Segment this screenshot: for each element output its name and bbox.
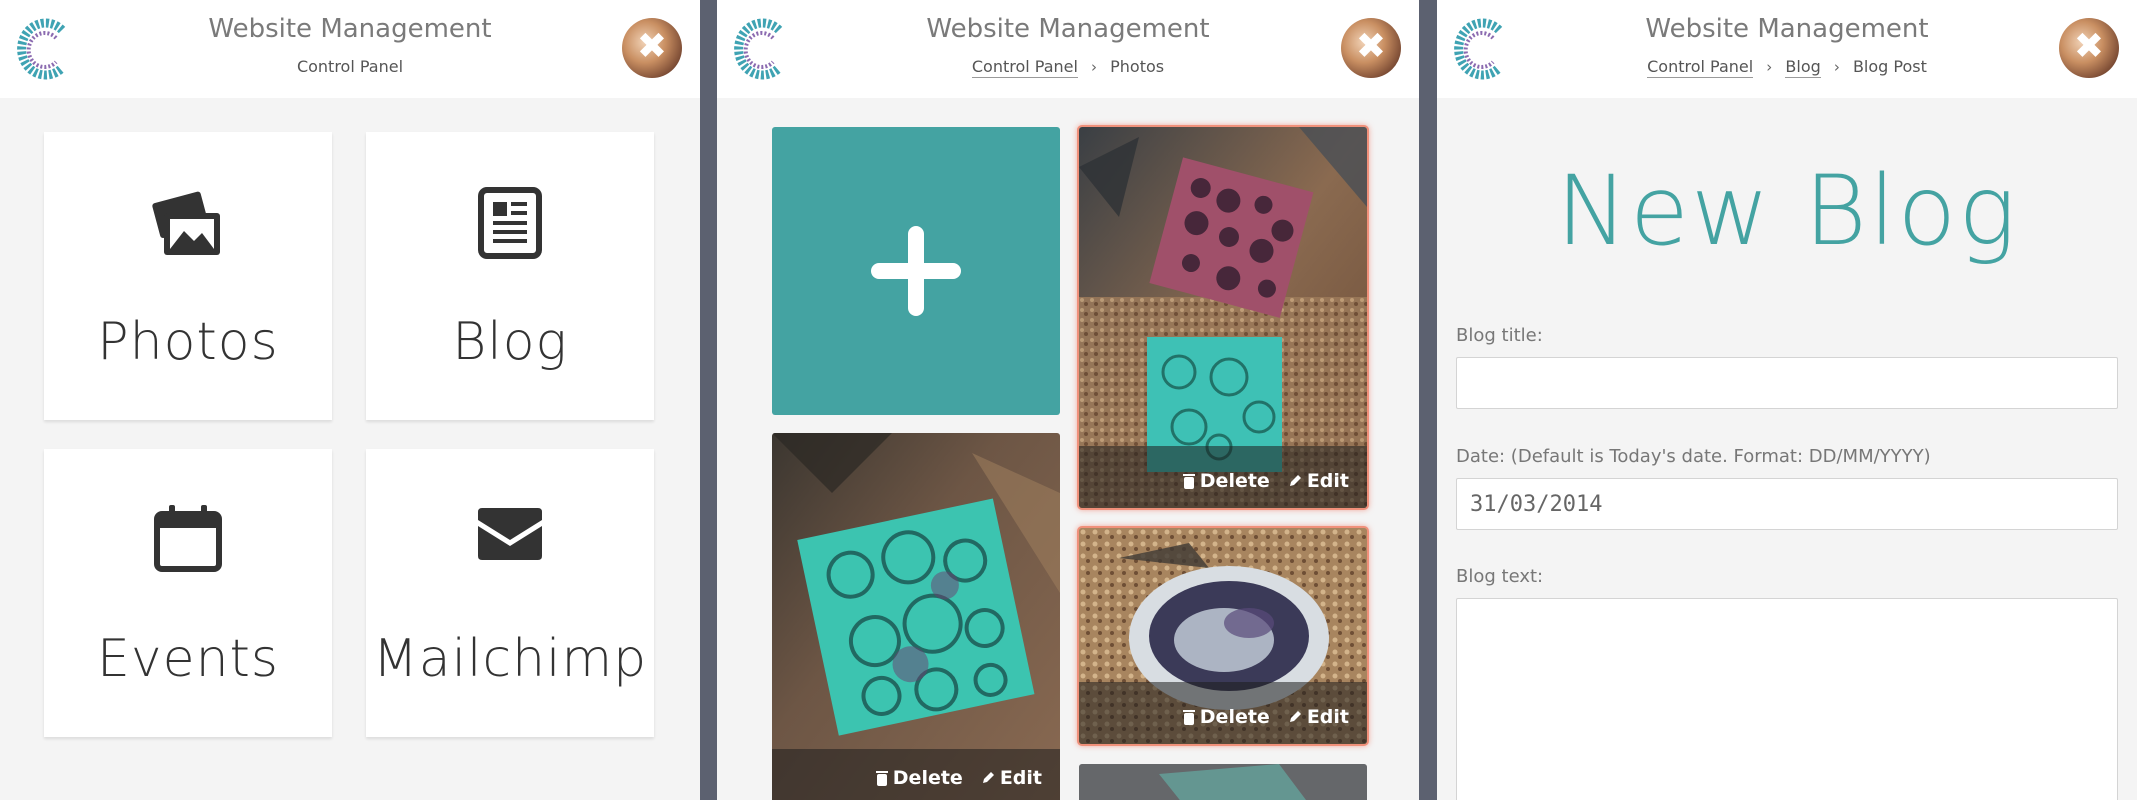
app-title: Website Management xyxy=(208,14,492,44)
page-title: New Blog xyxy=(1556,155,2018,267)
breadcrumb-blog[interactable]: Blog xyxy=(1785,57,1821,78)
blog-text-input[interactable] xyxy=(1456,598,2118,800)
pencil-icon xyxy=(1289,475,1301,486)
breadcrumb-current: Photos xyxy=(1110,57,1165,76)
app-title: Website Management xyxy=(926,14,1210,44)
photo-card[interactable]: Delete Edit xyxy=(1079,528,1367,744)
photos-tile[interactable]: Photos xyxy=(44,132,332,420)
envelope-icon xyxy=(366,504,654,580)
delete-label: Delete xyxy=(892,767,963,789)
blog-tile-label: Blog xyxy=(452,312,568,372)
avatar[interactable]: ✖ xyxy=(2059,18,2119,78)
close-icon[interactable]: ✖ xyxy=(622,27,682,67)
photos-icon xyxy=(44,187,332,263)
blog-text-label: Blog text: xyxy=(1456,566,1544,587)
mailchimp-tile-label: Mailchimp xyxy=(372,629,648,689)
mailchimp-tile[interactable]: Mailchimp xyxy=(366,449,654,737)
breadcrumb-control-panel[interactable]: Control Panel xyxy=(1647,57,1754,78)
trash-icon xyxy=(1182,709,1195,725)
edit-button[interactable]: Edit xyxy=(1288,470,1349,492)
events-tile-label: Events xyxy=(96,629,280,689)
delete-button[interactable]: Delete xyxy=(875,767,963,789)
header: Website Management Control Panel › Blog … xyxy=(1437,0,2137,98)
photo-image xyxy=(1079,764,1367,800)
edit-label: Edit xyxy=(999,767,1042,789)
app-title: Website Management xyxy=(1645,14,1929,44)
delete-label: Delete xyxy=(1199,706,1270,728)
edit-button[interactable]: Edit xyxy=(981,767,1042,789)
breadcrumb-separator: › xyxy=(1833,58,1840,76)
delete-button[interactable]: Delete xyxy=(1182,706,1270,728)
add-photo-button[interactable] xyxy=(772,127,1060,415)
plus-icon xyxy=(871,226,961,316)
edit-label: Edit xyxy=(1306,706,1349,728)
pencil-icon xyxy=(982,772,994,783)
breadcrumb-control-panel[interactable]: Control Panel xyxy=(971,57,1078,78)
photo-image xyxy=(772,433,1060,800)
close-icon[interactable]: ✖ xyxy=(1341,27,1401,67)
pencil-icon xyxy=(1289,711,1301,722)
breadcrumb: Control Panel xyxy=(0,57,700,76)
breadcrumb-separator: › xyxy=(1091,58,1098,76)
blog-post-screen: Website Management Control Panel › Blog … xyxy=(1437,0,2137,800)
delete-label: Delete xyxy=(1199,470,1270,492)
blog-title-input[interactable] xyxy=(1456,357,2118,409)
breadcrumb-current: Blog Post xyxy=(1852,57,1927,76)
breadcrumb-current: Control Panel xyxy=(296,57,404,76)
avatar[interactable]: ✖ xyxy=(622,18,682,78)
photos-screen: Website Management Control Panel › Photo… xyxy=(717,0,1419,800)
events-tile[interactable]: Events xyxy=(44,449,332,737)
avatar[interactable]: ✖ xyxy=(1341,18,1401,78)
breadcrumb: Control Panel › Blog › Blog Post xyxy=(1437,57,2137,78)
photo-card[interactable]: Delete Edit xyxy=(1079,127,1367,508)
photo-actions-bar: Delete Edit xyxy=(1079,446,1367,508)
blog-tile[interactable]: Blog xyxy=(366,132,654,420)
photo-card[interactable]: Delete Edit xyxy=(772,433,1060,800)
date-label: Date: (Default is Today's date. Format: … xyxy=(1456,446,1931,467)
delete-button[interactable]: Delete xyxy=(1182,470,1270,492)
newspaper-icon xyxy=(366,187,654,263)
photo-card[interactable] xyxy=(1079,764,1367,800)
close-icon[interactable]: ✖ xyxy=(2059,27,2119,67)
edit-label: Edit xyxy=(1306,470,1349,492)
photos-tile-label: Photos xyxy=(97,312,279,372)
breadcrumb: Control Panel › Photos xyxy=(717,57,1419,78)
control-panel-screen: Website Management Control Panel ✖ Photo… xyxy=(0,0,700,800)
header: Website Management Control Panel ✖ xyxy=(0,0,700,98)
breadcrumb-separator: › xyxy=(1766,58,1773,76)
trash-icon xyxy=(1182,473,1195,489)
edit-button[interactable]: Edit xyxy=(1288,706,1349,728)
photo-actions-bar: Delete Edit xyxy=(772,749,1060,800)
header: Website Management Control Panel › Photo… xyxy=(717,0,1419,98)
calendar-icon xyxy=(44,504,332,580)
trash-icon xyxy=(875,770,888,786)
blog-title-label: Blog title: xyxy=(1456,325,1543,346)
photo-actions-bar: Delete Edit xyxy=(1079,682,1367,744)
date-input[interactable] xyxy=(1456,478,2118,530)
